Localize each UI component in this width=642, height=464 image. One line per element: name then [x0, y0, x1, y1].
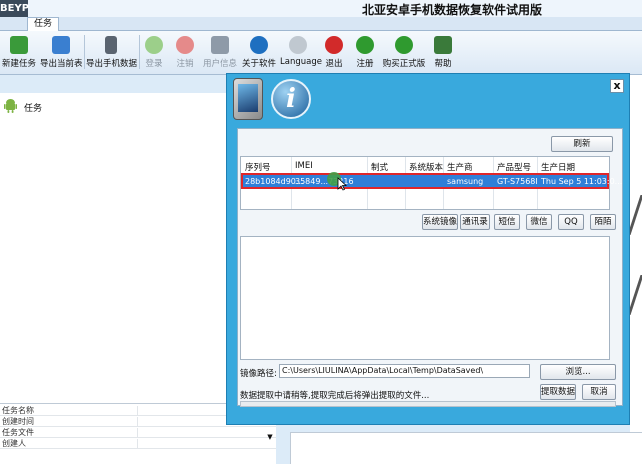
mouse-cursor-icon	[337, 177, 347, 191]
image-path-label: 镜像路径:	[240, 369, 277, 379]
contacts-button[interactable]: 通讯录	[460, 214, 490, 230]
register-label: 注册	[356, 59, 374, 69]
prop-key: 创建人	[2, 439, 26, 448]
col-header-os-version[interactable]: 系统版本	[409, 161, 443, 173]
ribbon-separator	[84, 35, 85, 69]
android-icon	[4, 99, 17, 113]
col-header-manufacturer[interactable]: 生产商	[447, 161, 473, 173]
dialog-header: i x	[227, 74, 629, 124]
logout-icon	[176, 36, 194, 54]
title-bar: BEYP 北亚安卓手机数据恢复软件试用版	[0, 0, 642, 17]
extract-data-button[interactable]: 提取数据	[540, 384, 576, 400]
scroll-down-arrow-icon[interactable]: ▼	[264, 433, 276, 443]
login-label: 登录	[145, 59, 163, 69]
col-header-standard[interactable]: 制式	[371, 161, 388, 173]
logout-label: 注销	[176, 59, 194, 69]
about-button[interactable]: 关于软件	[242, 32, 276, 74]
exit-icon	[325, 36, 343, 54]
export-table-label: 导出当前表	[40, 59, 83, 69]
cell-manufacturer: samsung	[447, 177, 484, 186]
export-phone-icon	[105, 36, 117, 54]
table-row[interactable]: 28b1084d90... 35849...73216 samsung GT-S…	[241, 172, 622, 191]
sms-button[interactable]: 短信	[494, 214, 520, 230]
export-phone-label: 导出手机数据	[86, 59, 138, 69]
login-button[interactable]: 登录	[142, 32, 166, 74]
momo-button[interactable]: 陌陌	[590, 214, 616, 230]
user-info-label: 用户信息	[202, 59, 237, 69]
language-label: Language	[280, 57, 322, 67]
new-task-button[interactable]: 新建任务	[2, 32, 36, 74]
register-button[interactable]: 注册	[352, 32, 378, 74]
app-logo: BEYP	[0, 0, 29, 17]
user-info-icon	[211, 36, 229, 54]
new-task-label: 新建任务	[2, 59, 37, 69]
prop-key: 任务名称	[2, 406, 34, 415]
exit-label: 退出	[325, 59, 343, 69]
export-table-button[interactable]: 导出当前表	[40, 32, 83, 74]
help-label: 帮助	[434, 59, 452, 69]
language-button[interactable]: Language	[280, 32, 322, 74]
buy-full-version-button[interactable]: 购买正式版	[382, 32, 426, 74]
ribbon-tab-strip	[0, 17, 642, 31]
col-header-model[interactable]: 产品型号	[497, 161, 531, 173]
exit-button[interactable]: 退出	[321, 32, 347, 74]
cell-date: Thu Sep 5 11:03:0...	[541, 177, 623, 186]
qq-button[interactable]: QQ	[558, 214, 584, 230]
logout-button[interactable]: 注销	[173, 32, 197, 74]
app-window: BEYP 北亚安卓手机数据恢复软件试用版 任务 新建任务 导出当前表 导出手机数…	[0, 0, 642, 464]
main-backdrop	[627, 75, 642, 432]
device-table: 序列号 IMEI 制式 系统版本 生产商 产品型号 生产日期 28b1084d9…	[240, 156, 622, 210]
prop-row: 任务文件	[0, 428, 276, 438]
new-task-icon	[10, 36, 28, 54]
ribbon-separator	[139, 35, 140, 69]
wechat-button[interactable]: 微信	[526, 214, 552, 230]
col-header-imei[interactable]: IMEI	[295, 161, 313, 171]
user-info-button[interactable]: 用户信息	[202, 32, 238, 74]
prop-key: 任务文件	[2, 428, 34, 437]
prop-row: 创建人	[0, 439, 276, 449]
col-header-serial[interactable]: 序列号	[245, 161, 271, 173]
cancel-button[interactable]: 取消	[582, 384, 616, 400]
buy-icon	[395, 36, 413, 54]
detail-pane	[290, 432, 642, 464]
prop-key: 创建时间	[2, 417, 34, 426]
browse-button[interactable]: 浏览...	[540, 364, 616, 380]
register-icon	[356, 36, 374, 54]
close-button[interactable]: x	[610, 79, 624, 93]
tree-item-label: 任务	[24, 104, 43, 114]
image-path-input[interactable]: C:\Users\LIULINA\AppData\Local\Temp\Data…	[279, 364, 530, 378]
login-icon	[145, 36, 163, 54]
help-icon	[434, 36, 452, 54]
status-text: 数据提取中请稍等,提取完成后将弹出提取的文件...	[240, 391, 430, 401]
app-title: 北亚安卓手机数据恢复软件试用版	[362, 3, 543, 17]
export-table-icon	[52, 36, 70, 54]
ribbon-toolbar: 新建任务 导出当前表 导出手机数据 登录 注销 用户信息 关于软件 Langua…	[0, 31, 642, 75]
about-label: 关于软件	[242, 59, 277, 69]
col-header-date[interactable]: 生产日期	[541, 161, 575, 173]
buy-label: 购买正式版	[382, 59, 426, 69]
refresh-button[interactable]: 刷新	[551, 136, 613, 152]
help-button[interactable]: 帮助	[430, 32, 456, 74]
extract-progress-bar	[240, 401, 616, 407]
cell-model: GT-S7568I	[497, 177, 538, 186]
phone-icon	[233, 78, 263, 120]
language-icon	[289, 36, 307, 54]
about-icon	[250, 36, 268, 54]
extract-preview-box	[240, 236, 610, 360]
info-icon: i	[271, 79, 311, 119]
system-image-button[interactable]: 系统镜像	[422, 214, 458, 230]
export-phone-data-button[interactable]: 导出手机数据	[86, 32, 138, 74]
tab-task[interactable]: 任务	[27, 17, 59, 31]
